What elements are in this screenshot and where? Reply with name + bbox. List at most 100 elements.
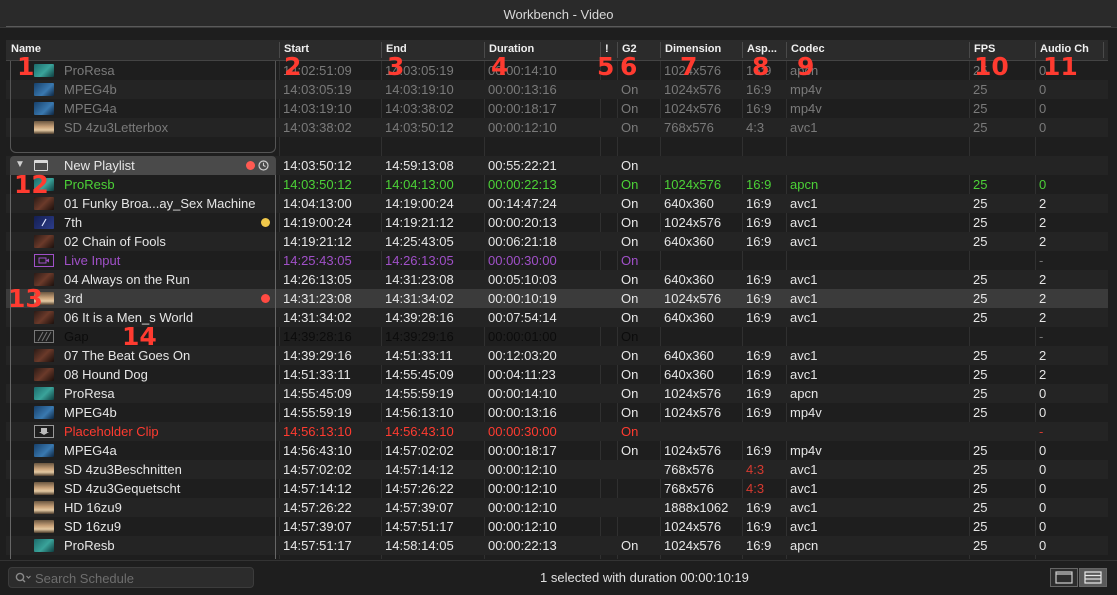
title-divider: [6, 26, 1111, 27]
disclosure-triangle-icon[interactable]: ▼: [15, 159, 25, 170]
col-separator[interactable]: [279, 42, 280, 58]
cell-audio: -: [1039, 253, 1044, 268]
cell-dimension: 1024x576: [664, 291, 722, 306]
cell-audio: 0: [1039, 481, 1047, 496]
cell-end: 14:55:45:09: [385, 367, 454, 382]
column-header[interactable]: Name Start End Duration! G2 Dimension Asp... Co…: [6, 40, 1108, 61]
schedule-table[interactable]: ProResa 14:02:51:09 14:03:05:19 00:00:14:10…: [6, 61, 1108, 559]
col-separator[interactable]: [381, 42, 382, 58]
cell-duration: 00:00:12:10: [488, 462, 557, 477]
col-separator[interactable]: [742, 42, 743, 58]
cell-codec: avc1: [790, 500, 818, 515]
cell-aspect: 16:9: [746, 538, 772, 553]
cell-codec: avc1: [790, 215, 818, 230]
cell-aspect: 16:9: [746, 272, 772, 287]
cell-aspect: 16:9: [746, 443, 772, 458]
cell-start: 14:19:21:12: [283, 234, 352, 249]
cell-start: 14:56:13:10: [283, 424, 352, 439]
cell-duration: 00:00:14:10: [488, 386, 557, 401]
callout-number-1: 1: [17, 52, 35, 81]
playlist-header-bar[interactable]: [10, 156, 276, 175]
playlist-row[interactable]: ▼ New Playlist 14:03:50:12 14:59:13:08 00:55…: [6, 156, 1108, 175]
cell-end: 14:39:29:16: [385, 329, 454, 344]
single-view-button[interactable]: [1050, 568, 1078, 587]
cell-end: 14:55:59:19: [385, 386, 454, 401]
cell-aspect: 16:9: [746, 405, 772, 420]
cell-aspect: 16:9: [746, 386, 772, 401]
cell-codec: avc1: [790, 462, 818, 477]
col-separator[interactable]: [1035, 42, 1036, 58]
callout-number-9: 9: [797, 52, 815, 81]
cell-audio: 0: [1039, 462, 1047, 477]
cell-audio: 2: [1039, 310, 1047, 325]
col-separator[interactable]: [617, 42, 618, 58]
cell-g2: On: [621, 120, 639, 135]
col-separator[interactable]: [969, 42, 970, 58]
cell-duration: 00:00:20:13: [488, 215, 557, 230]
cell-dimension: 1024x576: [664, 82, 722, 97]
cell-g2: On: [621, 215, 639, 230]
cell-g2: On: [621, 310, 639, 325]
cell-end: 14:25:43:05: [385, 234, 454, 249]
cell-fps: 25: [973, 519, 988, 534]
cell-codec: mp4v: [790, 405, 822, 420]
cell-end: 14:57:26:22: [385, 481, 454, 496]
cell-aspect: 16:9: [746, 291, 772, 306]
callout-number-2: 2: [284, 52, 302, 81]
cell-end: 14:58:14:05: [385, 538, 454, 553]
cell-codec: avc1: [790, 196, 818, 211]
search-field[interactable]: Search Schedule: [8, 567, 254, 588]
col-separator[interactable]: [660, 42, 661, 58]
cell-dimension: 768x576: [664, 462, 714, 477]
cell-duration: 00:00:12:10: [488, 481, 557, 496]
cell-dimension: 768x576: [664, 120, 714, 135]
cell-end: 14:56:13:10: [385, 405, 454, 420]
search-placeholder: Search Schedule: [35, 571, 135, 586]
cell-start: 14:57:14:12: [283, 481, 352, 496]
cell-audio: 2: [1039, 272, 1047, 287]
window-title: Workbench - Video: [503, 7, 614, 22]
cell-fps: 25: [973, 348, 988, 363]
record-indicator-icon: [246, 161, 255, 170]
cell-dimension: 640x360: [664, 367, 714, 382]
cell-g2: On: [621, 272, 639, 287]
col-separator[interactable]: [786, 42, 787, 58]
cell-audio: 0: [1039, 519, 1047, 534]
cell-dimension: 768x576: [664, 481, 714, 496]
cell-aspect: 16:9: [746, 215, 772, 230]
cell-dimension: 640x360: [664, 310, 714, 325]
cell-audio: -: [1039, 329, 1044, 344]
cell-start: 14:57:39:07: [283, 519, 352, 534]
split-view-button[interactable]: [1079, 568, 1107, 587]
col-separator[interactable]: [1103, 42, 1104, 58]
cell-aspect: 16:9: [746, 367, 772, 382]
cell-codec: avc1: [790, 120, 818, 135]
cell-dimension: 640x360: [664, 196, 714, 211]
cell-fps: 25: [973, 272, 988, 287]
cell-dimension: 1024x576: [664, 443, 722, 458]
cell-fps: 25: [973, 443, 988, 458]
cell-start: 14:03:38:02: [283, 120, 352, 135]
cell-aspect: 16:9: [746, 82, 772, 97]
cell-end: 14:56:43:10: [385, 424, 454, 439]
status-bar: Search Schedule 1 selected with duration…: [0, 560, 1117, 595]
cell-codec: avc1: [790, 310, 818, 325]
cell-codec: avc1: [790, 291, 818, 306]
cell-end: 14:39:28:16: [385, 310, 454, 325]
cell-codec: mp4v: [790, 443, 822, 458]
cell-duration: 00:12:03:20: [488, 348, 557, 363]
callout-number-13: 13: [8, 284, 43, 313]
cell-audio: 2: [1039, 234, 1047, 249]
callout-number-5: 5: [597, 52, 615, 81]
cell-dimension: 1024x576: [664, 386, 722, 401]
cell-audio: 0: [1039, 101, 1047, 116]
cell-duration: 00:00:13:16: [488, 405, 557, 420]
cell-audio: 0: [1039, 177, 1047, 192]
cell-codec: avc1: [790, 272, 818, 287]
cell-g2: On: [621, 291, 639, 306]
col-separator[interactable]: [484, 42, 485, 58]
cell-end: 14:57:39:07: [385, 500, 454, 515]
cell-name[interactable]: New Playlist: [64, 158, 135, 173]
cell-fps: 25: [973, 234, 988, 249]
cell-start: 14:03:50:12: [283, 158, 352, 173]
